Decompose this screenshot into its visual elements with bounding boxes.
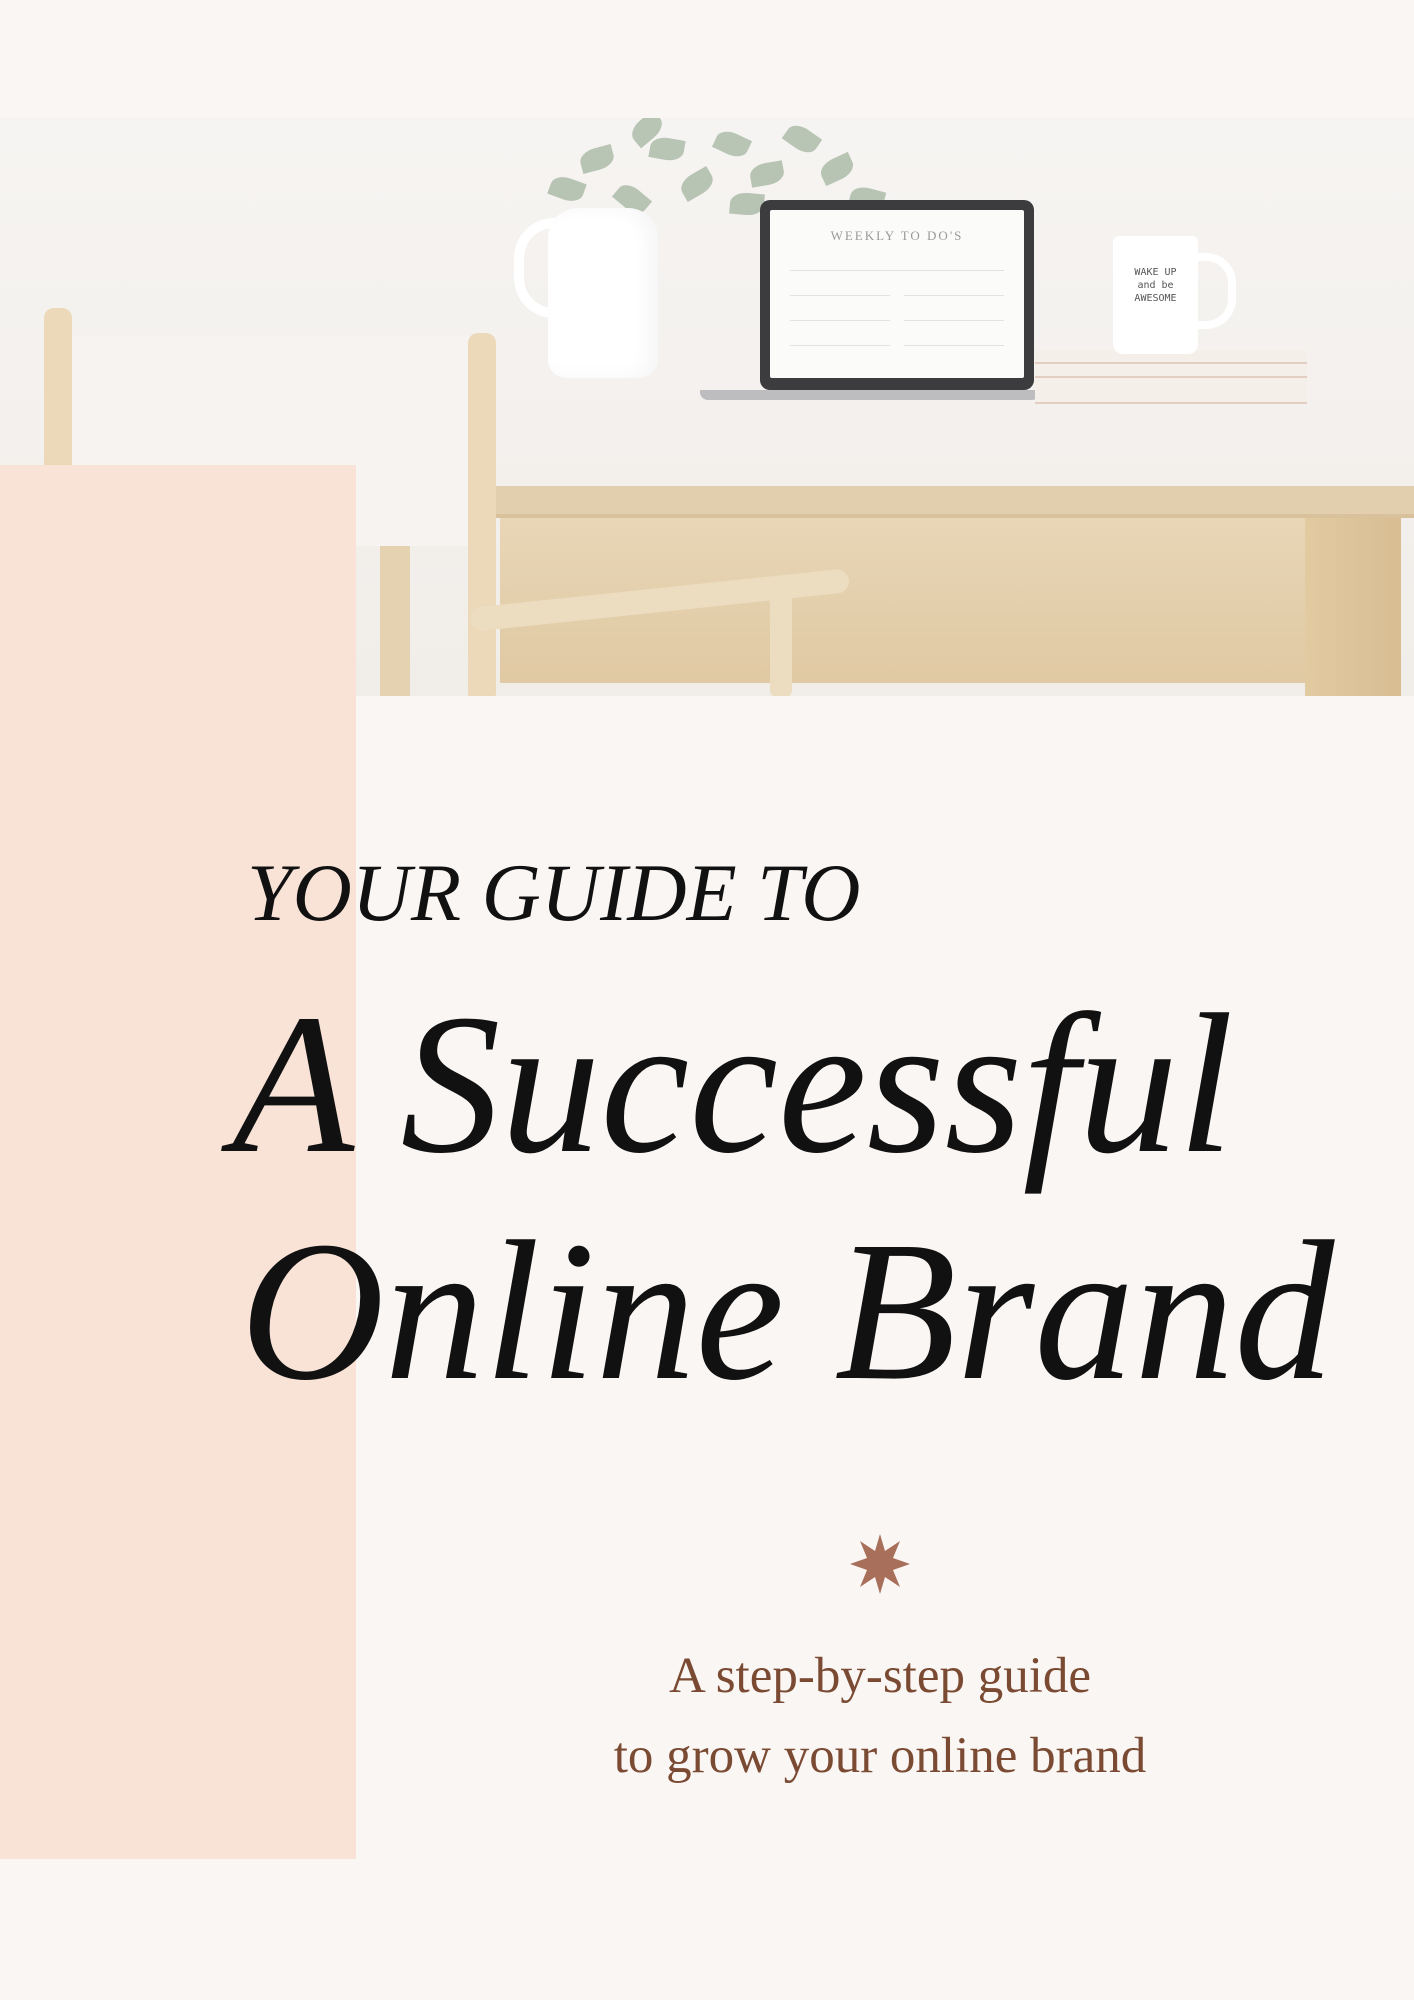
notebook-stack [1035,350,1307,404]
mug-text: WAKE UP and be AWESOME [1134,267,1177,304]
cover-title-line-2: Online Brand [240,1201,1335,1422]
chair-post [468,333,496,696]
eight-point-star-icon [850,1534,910,1594]
cover-page: WEEKLY TO DO'S WAKE UP and be AWESOME YO… [0,0,1414,2000]
cover-subtitle: A step-by-step guide to grow your online… [520,1636,1240,1796]
cover-kicker: YOUR GUIDE TO [247,847,861,938]
cover-title-line-1: A Successful [232,974,1234,1195]
subtitle-line-2: to grow your online brand [613,1728,1147,1784]
desk-leg [1305,518,1401,696]
subtitle-line-1: A step-by-step guide [668,1648,1092,1704]
laptop: WEEKLY TO DO'S [760,200,1034,390]
white-pitcher [548,208,658,378]
laptop-screen-title: WEEKLY TO DO'S [830,228,964,243]
coffee-mug: WAKE UP and be AWESOME [1113,236,1198,354]
chair-leg [770,588,792,696]
laptop-display: WEEKLY TO DO'S [770,210,1024,378]
laptop-base [700,390,1040,400]
